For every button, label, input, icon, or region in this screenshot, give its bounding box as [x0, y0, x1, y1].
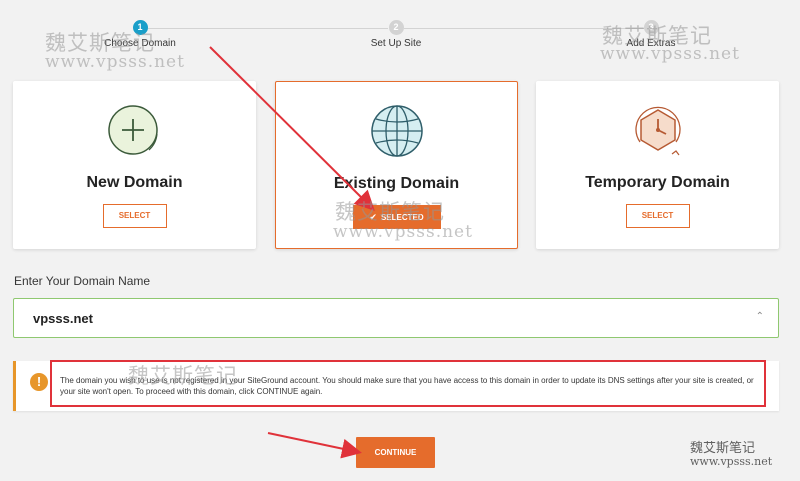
watermark-text: 魏艾斯笔记 — [128, 364, 238, 388]
watermark-url: www.vpsss.net — [690, 455, 773, 468]
plus-circle-icon — [107, 105, 158, 155]
select-new-domain-button[interactable]: SELECT — [102, 204, 167, 228]
watermark-url: www.vpsss.net — [45, 52, 185, 72]
step-set-up-site: 2 Set Up Site — [316, 20, 476, 49]
domain-value: vpsss.net — [33, 311, 93, 326]
domain-name-input[interactable]: vpsss.net ⌃ — [13, 298, 779, 338]
watermark-url: www.vpsss.net — [600, 44, 740, 64]
step-label: Set Up Site — [370, 38, 422, 49]
select-temporary-domain-button[interactable]: SELECT — [625, 204, 690, 228]
globe-icon — [370, 105, 423, 157]
watermark-text: 魏艾斯笔记 — [690, 441, 756, 456]
domain-name-label: Enter Your Domain Name — [14, 274, 151, 288]
continue-button[interactable]: CONTINUE — [356, 437, 435, 468]
temporary-domain-card[interactable]: Temporary Domain SELECT — [536, 81, 779, 249]
card-title: New Domain — [86, 174, 183, 191]
chevron-up-icon[interactable]: ⌃ — [756, 311, 764, 322]
clock-icon — [634, 106, 681, 156]
new-domain-card[interactable]: New Domain SELECT — [13, 81, 256, 249]
exclamation-icon: ! — [30, 373, 48, 391]
card-title: Temporary Domain — [585, 174, 730, 191]
step-number: 2 — [388, 20, 404, 35]
card-title: Existing Domain — [333, 175, 460, 192]
watermark-url: www.vpsss.net — [333, 222, 473, 242]
arrow-to-continue — [267, 432, 362, 459]
